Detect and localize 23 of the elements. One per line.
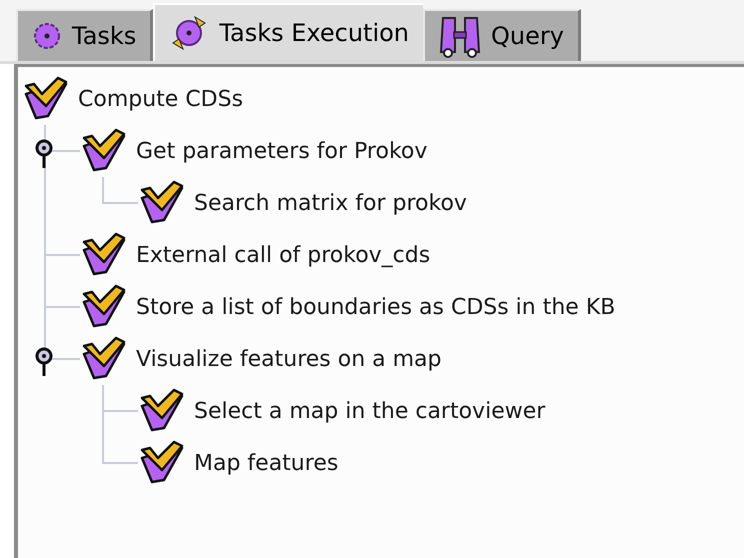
expand-handle[interactable] [35,139,53,169]
check-icon [80,128,126,174]
tab[interactable]: Query [423,9,581,61]
tree-item-label[interactable]: Select a map in the cartoviewer [194,394,546,428]
binoculars-icon [439,14,482,58]
check-icon [138,180,184,226]
tab[interactable]: Tasks Execution [153,3,424,61]
check-icon [80,232,126,278]
tree-item-label[interactable]: Visualize features on a map [136,342,442,376]
expand-handle[interactable] [35,347,53,377]
check-icon [138,388,184,434]
gear-icon [32,21,62,51]
tree-item-label[interactable]: Map features [194,446,338,480]
tree-item-label[interactable]: Store a list of boundaries as CDSs in the KB [136,290,616,324]
tree-item-label[interactable]: Compute CDSs [78,82,244,116]
check-icon [138,440,184,486]
tab[interactable]: Tasks [16,9,154,61]
check-icon [80,284,126,330]
tree-item-label[interactable]: Get parameters for Prokov [136,134,428,168]
check-icon [22,76,68,122]
tree-item-label[interactable]: External call of prokov_cds [136,238,430,272]
tree-item-label[interactable]: Search matrix for prokov [194,186,467,220]
check-icon [80,336,126,382]
